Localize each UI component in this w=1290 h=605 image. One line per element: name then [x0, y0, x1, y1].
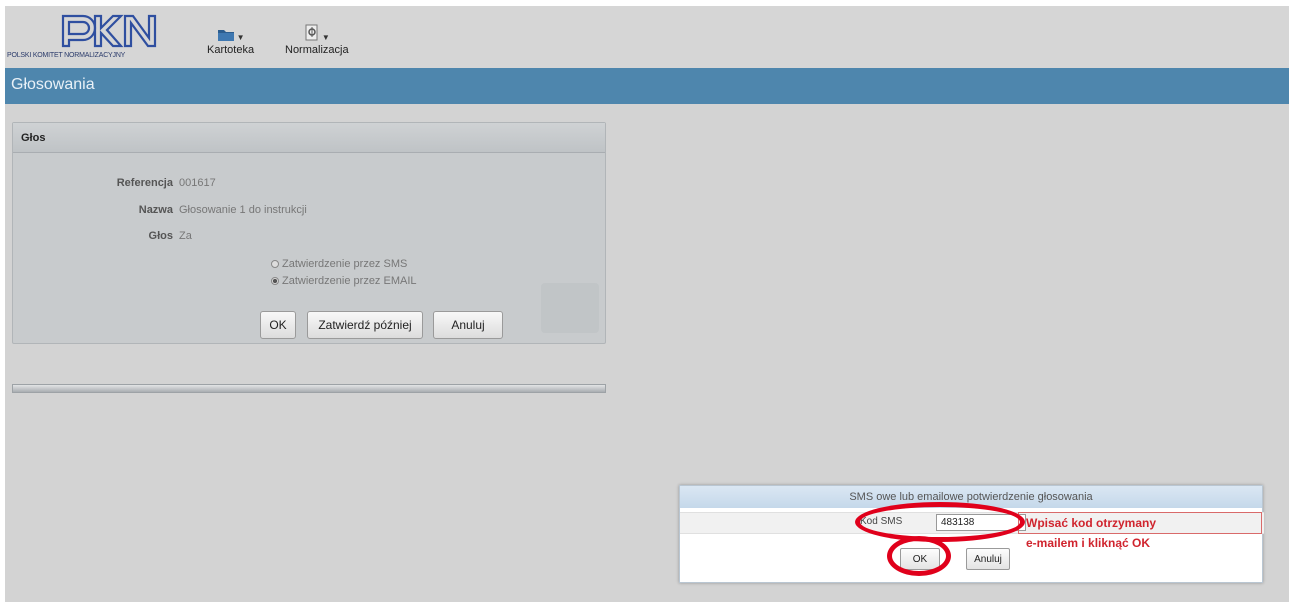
highlight-ellipse-code: [855, 502, 1025, 542]
chevron-down-icon: ▼: [321, 33, 330, 42]
ok-button[interactable]: OK: [260, 311, 296, 339]
radio-email[interactable]: Zatwierdzenie przez EMAIL: [271, 275, 417, 287]
folder-icon: [217, 30, 234, 41]
vote-panel-title: Głos: [21, 132, 46, 144]
section-divider: [12, 384, 606, 393]
field-label: Głos: [148, 230, 173, 242]
field-referencja: Referencja 001617: [53, 177, 216, 189]
field-glos: Głos Za: [53, 230, 192, 242]
cancel-button[interactable]: Anuluj: [433, 311, 503, 339]
vote-panel: Głos Referencja 001617 Nazwa Głosowanie 1 …: [12, 122, 606, 344]
radio-sms-label: Zatwierdzenie przez SMS: [282, 258, 408, 270]
document-gear-icon: [305, 24, 318, 41]
logo-caption: POLSKI KOMITET NORMALIZACYJNY: [7, 52, 126, 59]
annotation-line-2: e-mailem i kliknąć OK: [1026, 536, 1151, 550]
chevron-down-icon: ▼: [236, 33, 245, 42]
pkn-logo-mark: [61, 14, 157, 48]
annotation-line-1: Wpisać kod otrzymany: [1026, 516, 1157, 530]
approve-later-button[interactable]: Zatwierdź później: [307, 311, 423, 339]
radio-indicator[interactable]: [271, 260, 279, 268]
field-nazwa: Nazwa Głosowanie 1 do instrukcji: [53, 204, 307, 216]
menu-kartoteka-label: Kartoteka: [207, 44, 255, 56]
app-frame: POLSKI KOMITET NORMALIZACYJNY ▼ Kartotek…: [5, 6, 1289, 602]
field-value: 001617: [179, 177, 216, 189]
radio-email-label: Zatwierdzenie przez EMAIL: [282, 275, 417, 287]
highlight-ellipse-ok: [887, 536, 951, 576]
dialog-cancel-button[interactable]: Anuluj: [966, 548, 1010, 570]
radio-sms[interactable]: Zatwierdzenie przez SMS: [271, 258, 407, 270]
menu-kartoteka[interactable]: ▼ Kartoteka: [207, 20, 254, 56]
field-value: Za: [179, 230, 192, 242]
radio-indicator[interactable]: [271, 277, 279, 285]
page-title: Głosowania: [11, 76, 95, 93]
top-bar: POLSKI KOMITET NORMALIZACYJNY ▼ Kartotek…: [5, 6, 1289, 68]
field-label: Referencja: [116, 177, 173, 189]
vote-panel-header: Głos: [13, 123, 605, 153]
field-label: Nazwa: [138, 204, 173, 216]
pkn-logo[interactable]: POLSKI KOMITET NORMALIZACYJNY: [7, 10, 179, 62]
page-title-bar: Głosowania: [5, 68, 1289, 104]
envelope-icon: [541, 283, 599, 333]
field-value: Głosowanie 1 do instrukcji: [179, 204, 307, 216]
menu-normalizacja[interactable]: ▼ Normalizacja: [285, 20, 349, 56]
menu-normalizacja-label: Normalizacja: [285, 44, 349, 56]
